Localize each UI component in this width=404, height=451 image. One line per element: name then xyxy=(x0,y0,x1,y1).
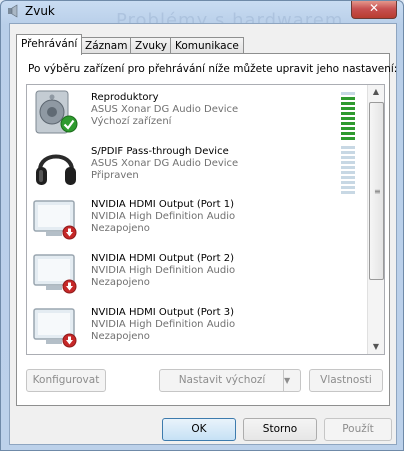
scroll-down-icon[interactable]: ▼ xyxy=(368,340,384,354)
level-segment xyxy=(341,181,355,184)
device-driver: NVIDIA High Definition Audio xyxy=(91,211,236,222)
device-name: NVIDIA HDMI Output (Port 3) xyxy=(91,307,234,318)
ok-button[interactable]: OK xyxy=(162,418,236,441)
set-default-label: Nastavit výchozí xyxy=(178,374,266,386)
device-item-hdmi-2[interactable]: NVIDIA HDMI Output (Port 2) NVIDIA High … xyxy=(29,246,365,299)
level-segment xyxy=(341,122,355,125)
configure-button[interactable]: Konfigurovat xyxy=(26,369,106,392)
device-list[interactable]: Reproduktory ASUS Xonar DG Audio Device … xyxy=(26,84,385,355)
device-list-scrollbar[interactable]: ▲ ≡ ▼ xyxy=(367,85,384,354)
device-name: S/PDIF Pass-through Device xyxy=(91,146,229,157)
level-segment xyxy=(341,102,355,105)
set-default-button[interactable]: Nastavit výchozí ▼ xyxy=(159,369,301,392)
level-segment xyxy=(341,171,355,174)
dialog-client-area: Přehrávání Záznam Zvuky Komunikace Po vý… xyxy=(9,23,397,445)
instruction-text: Po výběru zařízení pro přehrávání níže m… xyxy=(28,63,398,75)
level-segment xyxy=(341,132,355,135)
device-name: Reproduktory xyxy=(91,92,159,103)
scrollbar-thumb[interactable]: ≡ xyxy=(369,102,384,280)
device-driver: ASUS Xonar DG Audio Device xyxy=(91,104,239,115)
level-segment xyxy=(341,107,355,110)
device-text: NVIDIA HDMI Output (Port 2) NVIDIA High … xyxy=(91,253,235,289)
device-item-speakers[interactable]: Reproduktory ASUS Xonar DG Audio Device … xyxy=(29,85,365,140)
device-status: Připraven xyxy=(91,170,139,181)
level-segment xyxy=(341,127,355,130)
close-button[interactable]: ✕ xyxy=(351,1,397,19)
device-item-hdmi-3[interactable]: NVIDIA HDMI Output (Port 3) NVIDIA High … xyxy=(29,300,365,353)
device-text: NVIDIA HDMI Output (Port 3) NVIDIA High … xyxy=(91,307,235,343)
speaker-app-icon xyxy=(8,4,18,18)
scroll-up-icon[interactable]: ▲ xyxy=(368,85,384,99)
device-driver: NVIDIA High Definition Audio xyxy=(91,319,236,330)
headphones-icon xyxy=(36,154,76,185)
device-text: S/PDIF Pass-through Device ASUS Xonar DG… xyxy=(91,146,238,182)
level-segment xyxy=(341,166,355,169)
level-segment xyxy=(341,97,355,100)
grip-icon: ≡ xyxy=(374,187,381,196)
window-title: Zvuk xyxy=(25,4,55,18)
playback-panel: Po výběru zařízení pro přehrávání níže m… xyxy=(16,53,397,406)
tab-playback[interactable]: Přehrávání xyxy=(16,34,83,55)
device-text: Reproduktory ASUS Xonar DG Audio Device … xyxy=(91,92,238,128)
level-segment xyxy=(341,151,355,154)
default-check-icon xyxy=(60,115,78,133)
level-segment xyxy=(341,112,355,115)
level-segment xyxy=(341,186,355,189)
title-bar[interactable]: Zvuk ✕ xyxy=(1,1,403,23)
device-status: Nezapojeno xyxy=(91,331,150,342)
device-item-spdif[interactable]: S/PDIF Pass-through Device ASUS Xonar DG… xyxy=(29,139,365,194)
level-segment xyxy=(341,117,355,120)
tab-recording[interactable]: Záznam xyxy=(80,37,133,54)
device-text: NVIDIA HDMI Output (Port 1) NVIDIA High … xyxy=(91,199,235,235)
device-item-hdmi-1[interactable]: NVIDIA HDMI Output (Port 1) NVIDIA High … xyxy=(29,192,365,245)
tab-sounds[interactable]: Zvuky xyxy=(130,37,172,54)
level-meter xyxy=(341,146,355,196)
device-name: NVIDIA HDMI Output (Port 2) xyxy=(91,253,234,264)
device-status: Výchozí zařízení xyxy=(91,116,172,127)
cancel-button[interactable]: Storno xyxy=(243,418,317,441)
level-segment xyxy=(341,156,355,159)
apply-button[interactable]: Použít xyxy=(324,418,392,441)
level-segment xyxy=(341,176,355,179)
level-segment xyxy=(341,161,355,164)
unplugged-icon xyxy=(62,225,77,240)
device-driver: NVIDIA High Definition Audio xyxy=(91,265,236,276)
device-status: Nezapojeno xyxy=(91,223,150,234)
tab-communications[interactable]: Komunikace xyxy=(170,37,244,54)
device-driver: ASUS Xonar DG Audio Device xyxy=(91,158,239,169)
unplugged-icon xyxy=(62,333,77,348)
unplugged-icon xyxy=(62,279,77,294)
level-meter xyxy=(341,92,355,142)
level-segment xyxy=(341,92,355,95)
device-name: NVIDIA HDMI Output (Port 1) xyxy=(91,199,234,210)
sound-dialog: Problémy s hardwarem Zvuk ✕ Přehrávání Z… xyxy=(0,0,404,451)
level-segment xyxy=(341,146,355,149)
properties-button[interactable]: Vlastnosti xyxy=(309,369,383,392)
device-status: Nezapojeno xyxy=(91,277,150,288)
chevron-down-icon[interactable]: ▼ xyxy=(283,370,300,391)
